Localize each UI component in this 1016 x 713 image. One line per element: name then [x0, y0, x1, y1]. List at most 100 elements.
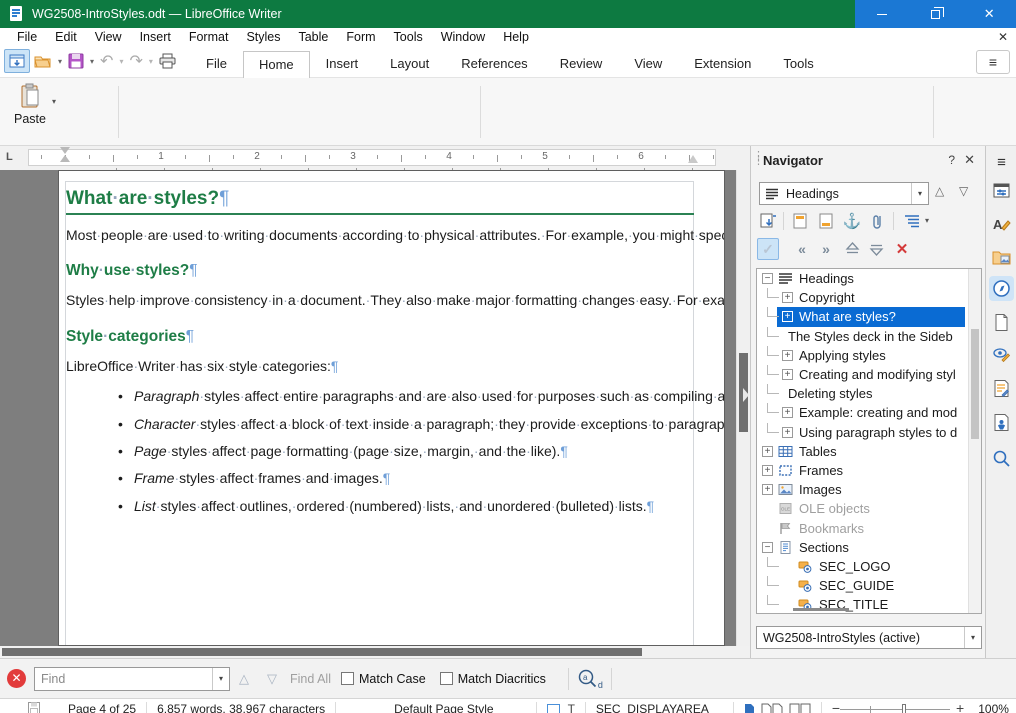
collapse-minus-box[interactable]: −: [762, 273, 773, 284]
menu-form[interactable]: Form: [337, 28, 384, 46]
menu-help[interactable]: Help: [494, 28, 538, 46]
redo-icon[interactable]: ↷: [127, 49, 144, 73]
horizontal-ruler[interactable]: L 123456: [0, 146, 750, 170]
tab-home[interactable]: Home: [243, 51, 310, 79]
menu-styles[interactable]: Styles: [237, 28, 289, 46]
undo-dropdown-caret[interactable]: ▾: [117, 57, 125, 66]
tab-view[interactable]: View: [618, 50, 678, 78]
single-page-view-icon[interactable]: [744, 703, 755, 713]
find-all-button[interactable]: Find All: [290, 672, 331, 686]
close-button[interactable]: ✕: [962, 0, 1016, 28]
navigator-document-selector[interactable]: WG2508-IntroStyles (active) ▾: [756, 626, 982, 649]
menubar-toggle-icon[interactable]: [4, 49, 30, 73]
navigator-tree-item[interactable]: +Images: [757, 480, 981, 499]
outline-level-caret[interactable]: ▾: [925, 216, 929, 225]
navigator-document-caret[interactable]: ▾: [964, 627, 981, 648]
header-icon[interactable]: [789, 210, 811, 232]
expand-plus-box[interactable]: +: [782, 292, 793, 303]
navigator-tree-item[interactable]: The Styles deck in the Sideb: [757, 327, 981, 346]
page-deck-icon[interactable]: [989, 310, 1014, 335]
tab-file[interactable]: File: [190, 50, 243, 78]
toolbar-menu-icon[interactable]: ≡: [976, 50, 1010, 74]
document-list-item[interactable]: Paragraph·styles·affect·entire·paragraph…: [66, 388, 694, 405]
tab-insert[interactable]: Insert: [310, 50, 375, 78]
navigator-tree-item[interactable]: SEC_LOGO: [757, 557, 981, 576]
accessibility-check-deck-icon[interactable]: [989, 410, 1014, 435]
expand-plus-box[interactable]: +: [782, 369, 793, 380]
manage-changes-deck-icon[interactable]: [989, 376, 1014, 401]
navigator-help-button[interactable]: ?: [948, 153, 955, 167]
navigator-tree-item[interactable]: +What are styles?: [757, 307, 981, 326]
expand-plus-box[interactable]: +: [782, 350, 793, 361]
word-count[interactable]: 6,857 words, 38,967 characters: [157, 702, 325, 713]
document-page[interactable]: What·are·styles?¶Most·people·are·used·to…: [58, 170, 725, 646]
navigate-by-combobox[interactable]: Headings ▾: [759, 182, 929, 205]
gallery-deck-icon[interactable]: [989, 245, 1014, 270]
menu-tools[interactable]: Tools: [385, 28, 432, 46]
zoom-slider-thumb[interactable]: [902, 704, 906, 713]
find-close-icon[interactable]: ✕: [7, 669, 26, 688]
find-history-caret[interactable]: ▾: [212, 668, 229, 690]
style-inspector-deck-icon[interactable]: [989, 342, 1014, 367]
zoom-out-icon[interactable]: −: [832, 700, 840, 713]
document-text[interactable]: What·are·styles?¶Most·people·are·used·to…: [66, 181, 694, 525]
navigator-tree-item[interactable]: +Applying styles: [757, 346, 981, 365]
find-deck-icon[interactable]: [989, 446, 1014, 471]
document-paragraph[interactable]: LibreOffice·Writer·has·six·style·categor…: [66, 358, 694, 375]
redo-dropdown-caret[interactable]: ▾: [147, 57, 155, 66]
demote-level-icon[interactable]: [865, 238, 887, 260]
navigator-tree-item[interactable]: OLEOLE objects: [757, 499, 981, 518]
save-icon[interactable]: [66, 49, 86, 73]
set-reminder-icon[interactable]: [867, 210, 889, 232]
tree-vertical-scrollbar[interactable]: [968, 269, 981, 613]
zoom-in-icon[interactable]: +: [956, 700, 964, 713]
close-document-icon[interactable]: ✕: [996, 30, 1010, 44]
tab-extension[interactable]: Extension: [678, 50, 767, 78]
navigator-tree-item[interactable]: Bookmarks: [757, 518, 981, 537]
match-diacritics-checkbox[interactable]: [440, 672, 453, 685]
horizontal-scrollbar[interactable]: [0, 646, 750, 658]
sidebar-settings-icon[interactable]: ≡: [989, 150, 1014, 175]
expand-plus-box[interactable]: +: [762, 484, 773, 495]
right-indent-marker[interactable]: [688, 155, 698, 163]
expand-plus-box[interactable]: +: [782, 407, 793, 418]
navigate-previous-button[interactable]: △: [935, 184, 944, 198]
document-heading[interactable]: Style·categories¶: [66, 327, 694, 346]
styles-deck-icon[interactable]: A: [989, 212, 1014, 237]
menu-insert[interactable]: Insert: [131, 28, 180, 46]
tab-review[interactable]: Review: [544, 50, 619, 78]
navigator-tree-item[interactable]: SEC_GUIDE: [757, 576, 981, 595]
navigator-tree-item[interactable]: −Sections: [757, 538, 981, 557]
navigator-tree-item[interactable]: +Creating and modifying styl: [757, 365, 981, 384]
print-icon[interactable]: [157, 49, 178, 73]
tab-layout[interactable]: Layout: [374, 50, 445, 78]
content-navigation-view-toggle[interactable]: ✓: [757, 238, 779, 260]
navigator-tree-item[interactable]: +Tables: [757, 442, 981, 461]
navigator-tree-item[interactable]: SEC_TITLE: [757, 595, 981, 614]
sidebar-collapse-arrow-icon[interactable]: [743, 388, 749, 402]
selection-mode-icon[interactable]: [547, 704, 560, 713]
menu-format[interactable]: Format: [180, 28, 238, 46]
save-dropdown-caret[interactable]: ▾: [88, 57, 96, 66]
multi-page-view-icon[interactable]: [761, 703, 783, 713]
menu-view[interactable]: View: [86, 28, 131, 46]
navigator-tree-item[interactable]: +Using paragraph styles to d: [757, 423, 981, 442]
zoom-level[interactable]: 100%: [978, 702, 1009, 713]
document-list-item[interactable]: Character·styles·affect·a·block·of·text·…: [66, 416, 694, 433]
delete-icon[interactable]: ✕: [891, 238, 913, 260]
restore-button[interactable]: [909, 0, 963, 28]
page-style[interactable]: Default Page Style: [394, 702, 493, 713]
menu-window[interactable]: Window: [432, 28, 494, 46]
book-view-icon[interactable]: [789, 703, 811, 713]
undo-icon[interactable]: ↶: [98, 49, 115, 73]
navigator-tree-item[interactable]: +Example: creating and mod: [757, 403, 981, 422]
horizontal-scrollbar-thumb[interactable]: [2, 648, 642, 656]
navigate-next-button[interactable]: ▽: [959, 184, 968, 198]
document-paragraph[interactable]: Most·people·are·used·to·writing·document…: [66, 227, 694, 244]
find-next-icon[interactable]: ▽: [258, 671, 286, 687]
match-case-checkbox[interactable]: [341, 672, 354, 685]
tab-references[interactable]: References: [445, 50, 543, 78]
tab-stop-type-selector[interactable]: L: [6, 151, 18, 163]
navigator-close-button[interactable]: ✕: [964, 152, 975, 168]
expand-plus-box[interactable]: +: [782, 427, 793, 438]
